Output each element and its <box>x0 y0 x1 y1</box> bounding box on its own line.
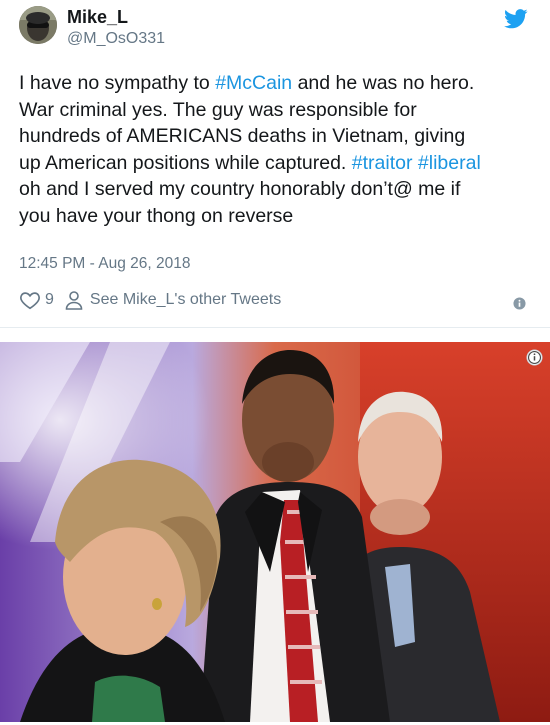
tweet-line: I have no sympathy to #McCain and he was… <box>19 70 531 97</box>
tweet-text-segment: you have your thong on reverse <box>19 204 294 227</box>
avatar[interactable] <box>19 6 57 44</box>
tweet-text-segment: oh and I served my country honorably don… <box>19 178 461 201</box>
tweet-text: I have no sympathy to #McCain and he was… <box>19 70 531 230</box>
twitter-bird-icon[interactable] <box>504 9 528 29</box>
hashtag-link[interactable]: #liberal <box>418 152 481 174</box>
hashtag-link[interactable]: #traitor <box>352 152 413 174</box>
divider <box>0 327 550 328</box>
author-handle[interactable]: @M_OsO331 <box>67 30 165 48</box>
hashtag-link[interactable]: #McCain <box>215 72 292 94</box>
tweet-text-segment: up American positions while captured. <box>19 151 352 174</box>
tweet-text-segment: War criminal yes. The guy was responsibl… <box>19 98 417 121</box>
photo-info-icon[interactable] <box>526 349 543 366</box>
timestamp-link[interactable]: 12:45 PM - Aug 26, 2018 <box>19 255 190 273</box>
author-name[interactable]: Mike_L <box>67 7 128 28</box>
like-count[interactable]: 9 <box>45 291 54 309</box>
other-tweets-link[interactable]: See Mike_L's other Tweets <box>90 291 281 309</box>
tweet-text-segment: hundreds of AMERICANS deaths in Vietnam,… <box>19 125 466 148</box>
heart-icon[interactable] <box>19 289 41 311</box>
tweet-line: War criminal yes. The guy was responsibl… <box>19 97 531 124</box>
person-icon[interactable] <box>64 290 84 310</box>
tweet-photo[interactable] <box>0 342 550 722</box>
tweet-text-segment: I have no sympathy to <box>19 72 216 94</box>
tweet-line: up American positions while captured. #t… <box>19 150 531 177</box>
tweet-line: oh and I served my country honorably don… <box>19 176 531 203</box>
tweet-line: hundreds of AMERICANS deaths in Vietnam,… <box>19 123 531 150</box>
tweet-card: Mike_L @M_OsO331 I have no sympathy to #… <box>0 0 550 328</box>
tweet-actions: 9 See Mike_L's other Tweets <box>19 289 281 311</box>
tweet-text-segment: and he was no hero. <box>292 72 475 94</box>
info-icon[interactable] <box>513 297 526 310</box>
tweet-line: you have your thong on reverse <box>19 203 531 230</box>
